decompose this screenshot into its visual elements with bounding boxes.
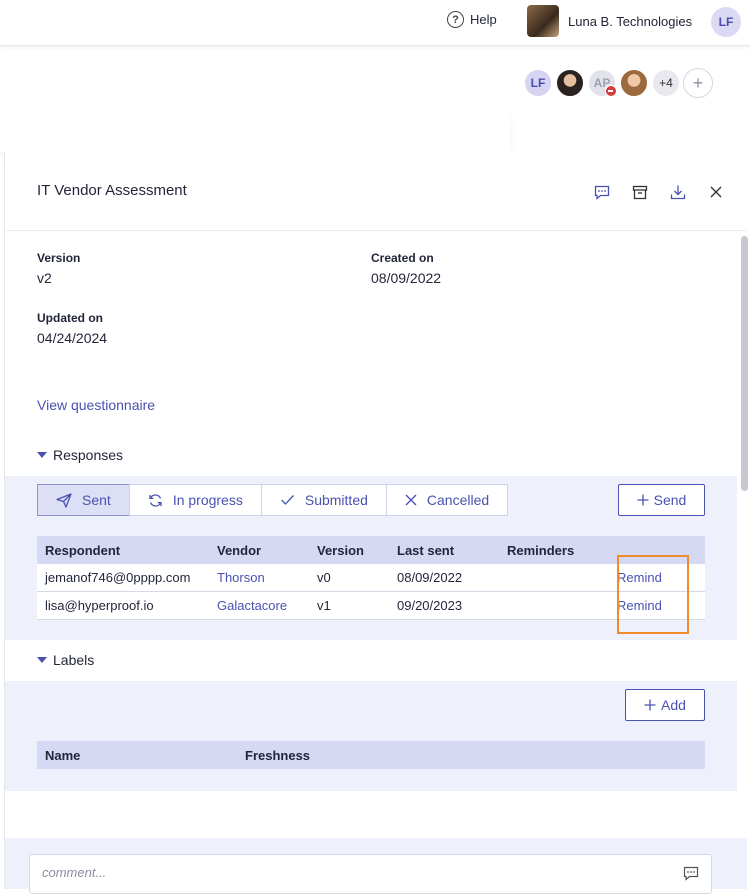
user-avatar[interactable]: LF [711, 7, 741, 37]
help-link[interactable]: ? Help [447, 11, 497, 28]
created-value: 08/09/2022 [371, 270, 442, 286]
caret-down-icon [37, 452, 47, 458]
refresh-icon [149, 493, 162, 507]
collaborator-avatar[interactable]: LF [523, 68, 553, 98]
add-collaborator-button[interactable]: + [683, 68, 713, 98]
collaborator-avatar[interactable]: AP [587, 68, 617, 98]
responses-toggle[interactable]: Responses [37, 447, 123, 463]
column-header-last-sent[interactable]: Last sent [397, 543, 507, 558]
version-cell: v1 [317, 598, 331, 613]
tab-label: In progress [172, 492, 243, 508]
labels-section: Add Name Freshness [5, 681, 737, 791]
column-header-name[interactable]: Name [37, 748, 245, 763]
updated-label: Updated on [37, 311, 103, 325]
labels-heading: Labels [53, 652, 95, 668]
vendor-link[interactable]: Thorson [217, 570, 317, 585]
column-header-freshness[interactable]: Freshness [245, 748, 310, 763]
version-value: v2 [37, 270, 52, 286]
send-label: Send [653, 492, 687, 508]
column-header-reminders[interactable]: Reminders [507, 543, 617, 558]
tab-label: Submitted [304, 492, 368, 508]
archive-icon[interactable] [630, 182, 650, 202]
tab-label: Sent [82, 492, 111, 508]
tab-label: Cancelled [426, 492, 490, 508]
responses-heading: Responses [53, 447, 124, 463]
scrollbar[interactable] [741, 236, 748, 491]
questionnaire-panel: IT Vendor Assessment Version v2 Created … [4, 152, 750, 894]
version-cell: v0 [317, 570, 331, 585]
x-icon [405, 494, 417, 506]
top-bar: ? Help Luna B. Technologies LF [0, 0, 750, 46]
header-divider [5, 230, 747, 231]
comment-icon[interactable] [683, 866, 699, 884]
respondent-cell: lisa@hyperproof.io [45, 598, 154, 613]
collaborator-avatar[interactable] [619, 68, 649, 98]
column-header-vendor[interactable]: Vendor [217, 543, 317, 558]
updated-value: 04/24/2024 [37, 330, 108, 346]
created-label: Created on [371, 251, 434, 265]
remind-highlight-box [617, 555, 689, 634]
respondent-cell: jemanof746@0pppp.com [45, 570, 191, 585]
plus-icon [637, 494, 649, 506]
more-collaborators-button[interactable]: +4 [651, 68, 681, 98]
org-switcher[interactable]: Luna B. Technologies [527, 5, 692, 37]
response-status-tabs: Sent In progress Submitted Cancelled [37, 484, 509, 516]
collaborator-list: LF AP +4 + [523, 68, 715, 98]
comment-placeholder: comment... [42, 865, 107, 880]
tab-in-progress[interactable]: In progress [128, 484, 262, 516]
view-questionnaire-link[interactable]: View questionnaire [37, 397, 155, 413]
help-label: Help [470, 12, 497, 27]
check-icon [280, 495, 294, 505]
labels-table: Name Freshness [37, 741, 705, 769]
comment-input[interactable]: comment... [29, 854, 712, 894]
table-row: lisa@hyperproof.io Galactacore v1 09/20/… [37, 592, 705, 620]
version-label: Version [37, 251, 81, 265]
column-header-respondent[interactable]: Respondent [37, 543, 217, 558]
table-header: Respondent Vendor Version Last sent Remi… [37, 536, 705, 564]
comment-area: comment... [5, 838, 747, 894]
send-button[interactable]: Send [618, 484, 705, 516]
help-icon: ? [447, 11, 464, 28]
tab-sent[interactable]: Sent [37, 484, 130, 516]
labels-toggle[interactable]: Labels [37, 652, 94, 668]
last-sent-cell: 09/20/2023 [397, 598, 463, 613]
last-sent-cell: 08/09/2022 [397, 570, 463, 585]
download-icon[interactable] [668, 182, 688, 202]
table-row: jemanof746@0pppp.com Thorson v0 08/09/20… [37, 564, 705, 592]
close-icon[interactable] [706, 182, 726, 202]
tab-submitted[interactable]: Submitted [260, 484, 387, 516]
column-header-version[interactable]: Version [317, 543, 397, 558]
responses-table: Respondent Vendor Version Last sent Remi… [37, 536, 705, 620]
paper-plane-icon [56, 492, 72, 508]
add-label: Add [661, 697, 686, 713]
panel-actions [592, 182, 726, 202]
tab-cancelled[interactable]: Cancelled [385, 484, 509, 516]
collaborator-avatar[interactable] [555, 68, 585, 98]
vendor-link[interactable]: Galactacore [217, 598, 317, 613]
table-header: Name Freshness [37, 741, 705, 769]
comment-icon[interactable] [592, 182, 612, 202]
remove-icon [605, 85, 617, 97]
org-name: Luna B. Technologies [568, 13, 693, 29]
org-logo [527, 5, 559, 37]
plus-icon [644, 699, 656, 711]
panel-title: IT Vendor Assessment [37, 182, 187, 199]
background-panel [0, 112, 510, 152]
caret-down-icon [37, 657, 47, 663]
add-label-button[interactable]: Add [625, 689, 705, 721]
